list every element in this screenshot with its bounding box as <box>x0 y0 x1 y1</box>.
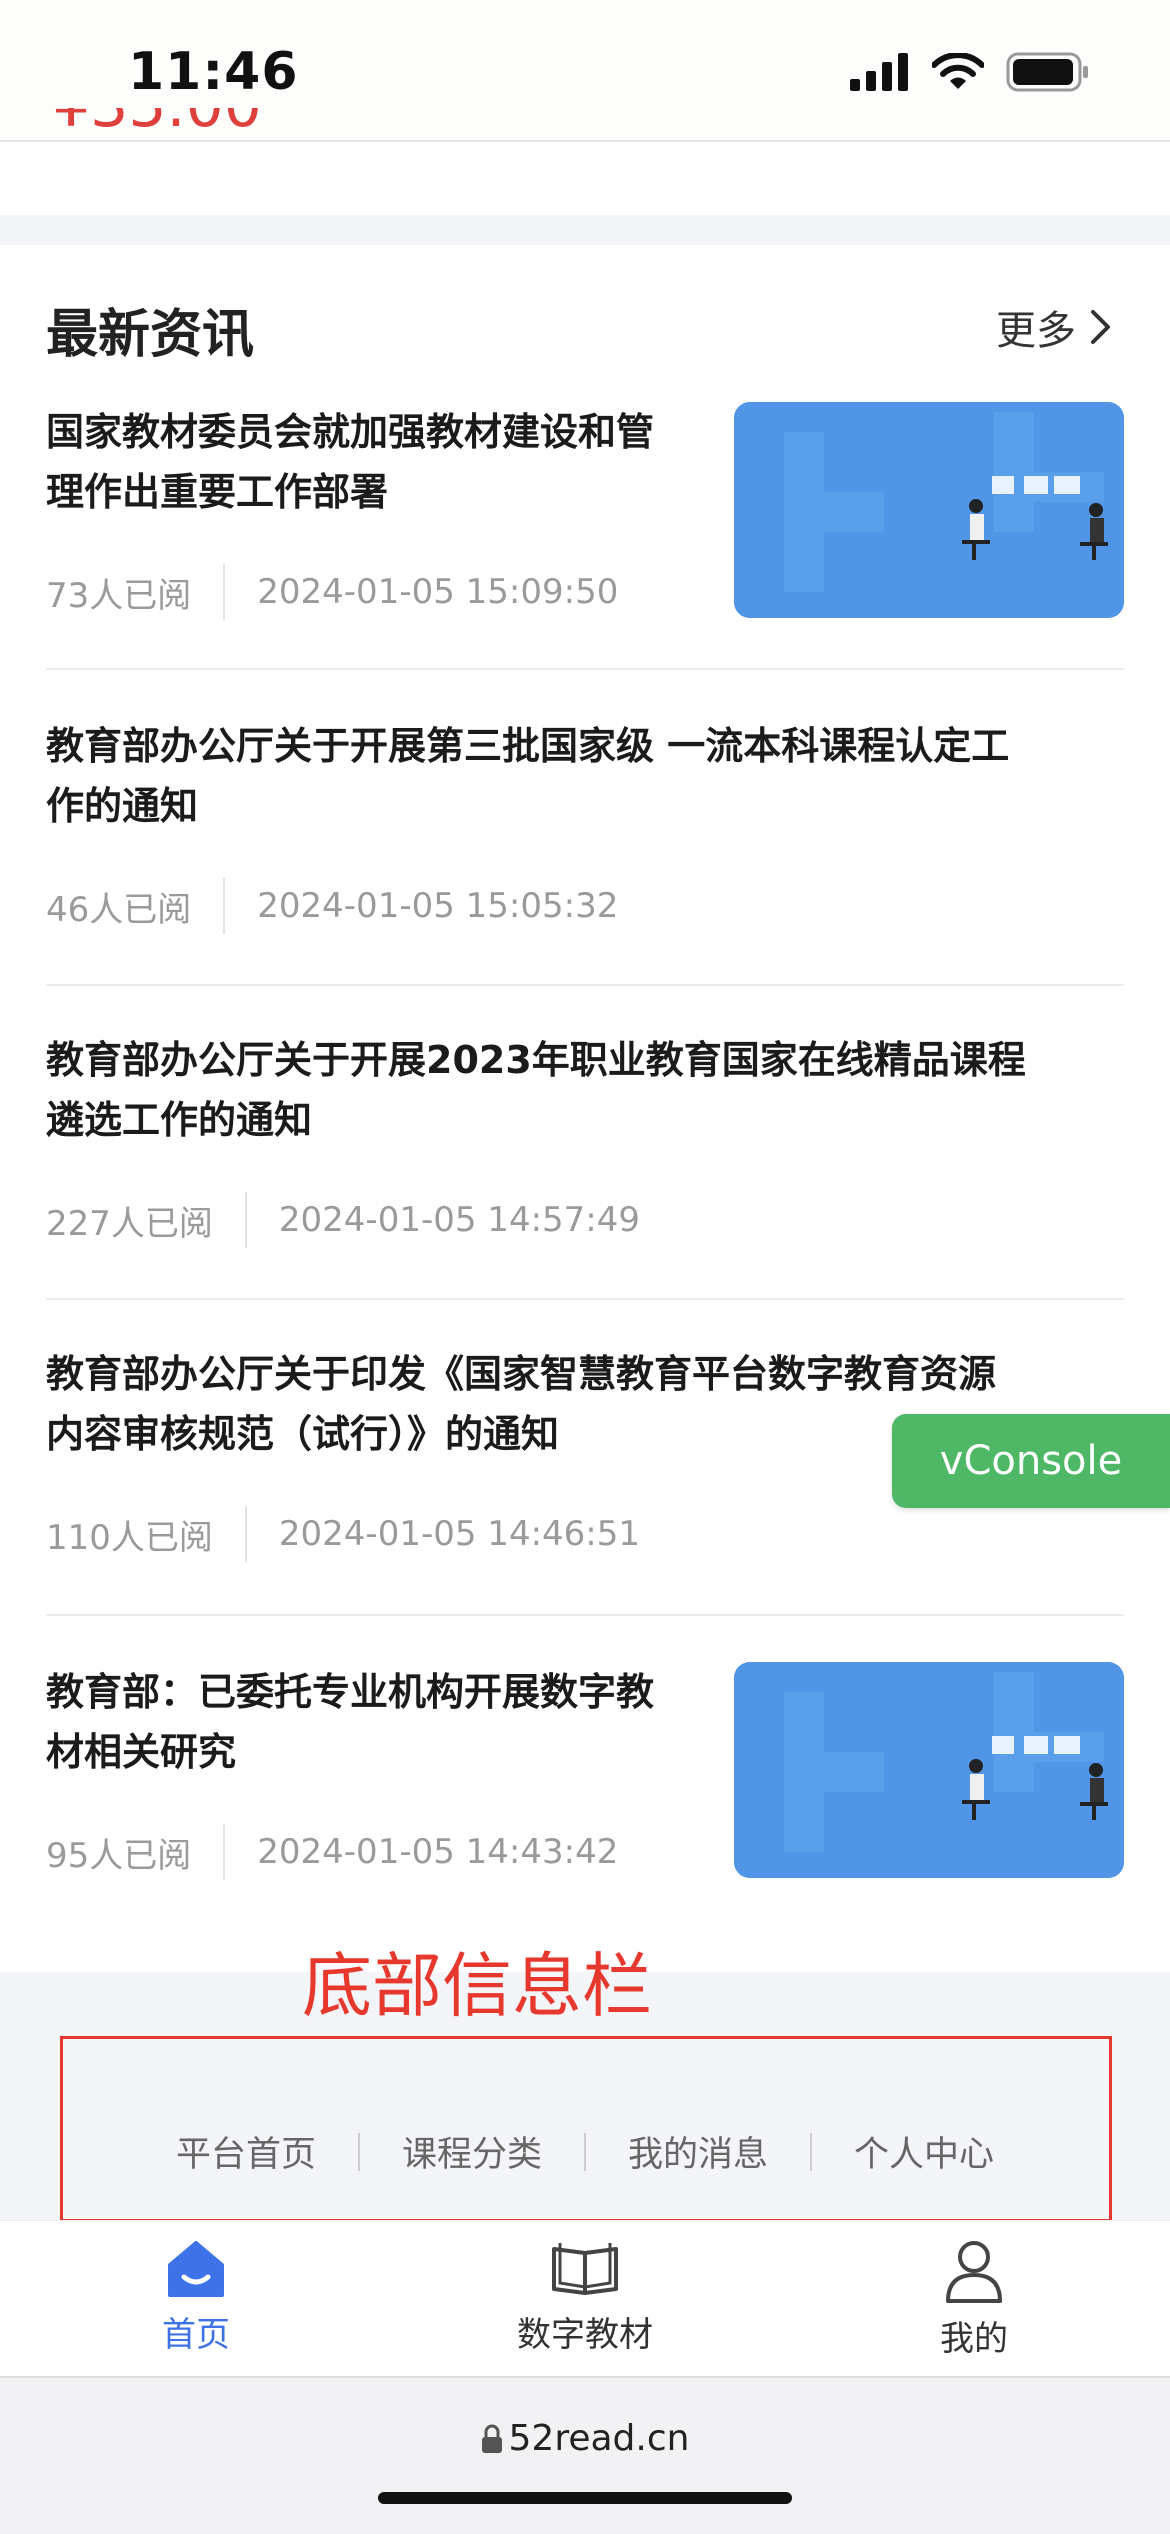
tab-home-label: 首页 <box>162 2315 230 2355</box>
publish-time: 2024-01-05 14:57:49 <box>278 1200 641 1240</box>
tab-digital-textbook[interactable]: 数字教材 <box>465 2239 705 2356</box>
url-display[interactable]: 52read.cn <box>0 2418 1170 2459</box>
news-item[interactable]: 教育部办公厅关于开展第三批国家级 一流本科课程认定工 作的通知 46人已阅 20… <box>46 716 1124 986</box>
tab-profile-label: 我的 <box>940 2319 1008 2359</box>
home-icon <box>168 2241 224 2297</box>
book-icon <box>552 2243 618 2295</box>
battery-icon <box>1006 52 1088 92</box>
item-divider <box>46 1614 1124 1616</box>
annotation-label: 底部信息栏 <box>302 1945 652 2027</box>
vconsole-button[interactable]: vConsole <box>892 1414 1170 1508</box>
cellular-signal-icon <box>850 53 908 91</box>
publish-time: 2024-01-05 14:46:51 <box>278 1514 641 1554</box>
news-meta: 73人已阅 2024-01-05 15:09:50 <box>46 564 618 620</box>
news-meta: 110人已阅 2024-01-05 14:46:51 <box>46 1506 640 1562</box>
read-count: 95人已阅 <box>46 1835 192 1876</box>
lock-icon <box>481 2424 502 2453</box>
news-meta: 46人已阅 2024-01-05 15:05:32 <box>46 878 618 934</box>
meta-divider <box>244 1192 247 1248</box>
news-section-title: 最新资讯 <box>46 305 255 365</box>
footer-divider <box>357 2132 360 2171</box>
read-count: 73人已阅 <box>46 575 192 616</box>
item-divider <box>46 1298 1124 1300</box>
footer-link-home[interactable]: 平台首页 <box>176 2126 316 2177</box>
news-thumbnail[interactable] <box>734 402 1124 618</box>
price-text: ¥35.00 <box>52 108 262 158</box>
home-indicator[interactable] <box>378 2492 792 2504</box>
tab-home[interactable]: 首页 <box>76 2239 316 2356</box>
more-label: 更多 <box>996 308 1076 354</box>
office-illustration-icon <box>734 402 1124 618</box>
footer-link-categories[interactable]: 课程分类 <box>402 2126 542 2177</box>
item-divider <box>46 984 1124 986</box>
tab-digital-textbook-label: 数字教材 <box>517 2315 653 2355</box>
read-count: 227人已阅 <box>46 1203 213 1244</box>
publish-time: 2024-01-05 15:05:32 <box>257 886 619 926</box>
status-icons <box>850 52 1090 92</box>
footer-link-messages[interactable]: 我的消息 <box>628 2126 768 2177</box>
read-count: 110人已阅 <box>46 1517 213 1558</box>
meta-divider <box>223 564 226 620</box>
news-title[interactable]: 教育部办公厅关于开展第三批国家级 一流本科课程认定工 作的通知 <box>46 716 1009 836</box>
footer-links: 平台首页 课程分类 我的消息 个人中心 <box>0 2126 1170 2177</box>
chevron-right-icon <box>1091 310 1110 344</box>
office-illustration-icon <box>734 1662 1124 1878</box>
read-count: 46人已阅 <box>46 889 192 930</box>
section-gap <box>0 215 1170 245</box>
news-meta: 227人已阅 2024-01-05 14:57:49 <box>46 1192 640 1248</box>
tab-profile[interactable]: 我的 <box>854 2239 1094 2360</box>
footer-link-profile[interactable]: 个人中心 <box>854 2126 994 2177</box>
more-link[interactable]: 更多 <box>996 298 1112 356</box>
news-title[interactable]: 教育部：已委托专业机构开展数字教 材相关研究 <box>46 1662 654 1782</box>
publish-time: 2024-01-05 15:09:50 <box>257 572 619 612</box>
news-item[interactable]: 教育部：已委托专业机构开展数字教 材相关研究 95人已阅 2024-01-05 … <box>46 1662 1124 1892</box>
url-text: 52read.cn <box>508 2418 690 2459</box>
user-icon <box>946 2241 1002 2303</box>
news-title[interactable]: 教育部办公厅关于开展2023年职业教育国家在线精品课程 遴选工作的通知 <box>46 1030 1026 1150</box>
item-divider <box>46 668 1124 670</box>
browser-address-bar: 52read.cn <box>0 2376 1170 2534</box>
bottom-tab-bar: 首页 数字教材 我的 <box>0 2220 1170 2377</box>
footer-divider <box>584 2132 586 2171</box>
news-meta: 95人已阅 2024-01-05 14:43:42 <box>46 1824 618 1880</box>
publish-time: 2024-01-05 14:43:42 <box>257 1832 619 1872</box>
meta-divider <box>223 1824 226 1880</box>
news-item[interactable]: 国家教材委员会就加强教材建设和管 理作出重要工作部署 73人已阅 2024-01… <box>46 402 1124 670</box>
footer-divider <box>810 2132 813 2171</box>
news-title[interactable]: 国家教材委员会就加强教材建设和管 理作出重要工作部署 <box>46 402 654 522</box>
news-item[interactable]: 教育部办公厅关于开展2023年职业教育国家在线精品课程 遴选工作的通知 227人… <box>46 1030 1124 1300</box>
news-title[interactable]: 教育部办公厅关于印发《国家智慧教育平台数字教育资源 内容审核规范（试行）》的通知 <box>46 1344 996 1464</box>
wifi-icon <box>932 53 984 89</box>
news-thumbnail[interactable] <box>734 1662 1124 1878</box>
meta-divider <box>244 1506 247 1562</box>
status-time: 11:46 <box>128 42 299 102</box>
meta-divider <box>223 878 226 934</box>
